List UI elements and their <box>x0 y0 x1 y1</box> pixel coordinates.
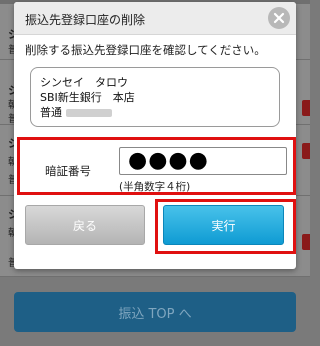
dialog-header: 振込先登録口座の削除 <box>14 2 296 35</box>
dialog-instruction: 削除する振込先登録口座を確認してください。 <box>25 43 266 57</box>
pin-hint: (半角数字４桁) <box>119 181 191 193</box>
background-delete-button <box>302 100 310 116</box>
account-type: 普通 <box>40 106 62 119</box>
back-button[interactable]: 戻る <box>25 205 145 245</box>
transfer-top-button: 振込 TOP へ <box>14 292 296 332</box>
pin-label: 暗証番号 <box>45 164 91 178</box>
account-summary-box: シンセイ タロウ SBI新生銀行 本店 普通 <box>30 67 280 127</box>
execute-button[interactable]: 実行 <box>163 205 284 245</box>
pin-input[interactable]: ●●●● <box>119 147 287 175</box>
delete-account-dialog: 振込先登録口座の削除 削除する振込先登録口座を確認してください。 シンセイ タロ… <box>14 2 296 269</box>
account-bank-branch: SBI新生銀行 本店 <box>40 91 135 104</box>
close-icon <box>273 12 285 24</box>
account-type-line: 普通 <box>40 104 112 120</box>
account-holder-name: シンセイ タロウ <box>40 76 128 89</box>
dialog-title: 振込先登録口座の削除 <box>25 13 146 27</box>
background-delete-button <box>302 143 310 159</box>
masked-account-number <box>66 109 112 117</box>
background-delete-button <box>302 234 310 250</box>
close-button[interactable] <box>268 7 290 29</box>
